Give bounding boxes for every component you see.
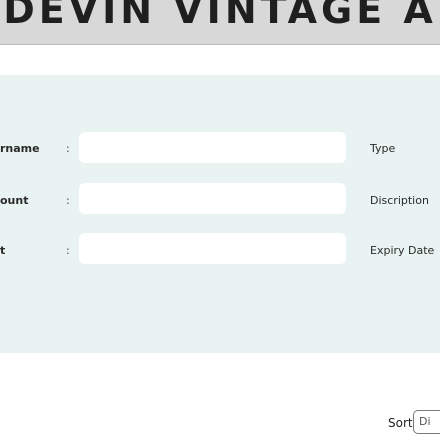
field-colon: :	[66, 244, 70, 257]
field-label-amount: ount	[0, 194, 29, 207]
third-input[interactable]	[79, 233, 346, 264]
sort-label: Sort	[388, 416, 413, 430]
brand-title: DEVIN VINTAGE A	[3, 0, 437, 32]
app-header: DEVIN VINTAGE A	[0, 0, 440, 45]
expiry-date-label: Expiry Date	[370, 244, 435, 257]
sort-select[interactable]: Di	[413, 410, 440, 434]
field-label-third: t	[0, 244, 6, 257]
field-colon: :	[66, 194, 70, 207]
field-label-name: rname	[0, 142, 40, 155]
field-colon: :	[66, 142, 70, 155]
amount-input[interactable]	[79, 183, 346, 214]
form-panel: rname : Type ount : Discription t : Expi…	[0, 75, 440, 353]
type-label: Type	[370, 142, 396, 155]
description-label: Discription	[370, 194, 429, 207]
name-input[interactable]	[79, 132, 346, 163]
